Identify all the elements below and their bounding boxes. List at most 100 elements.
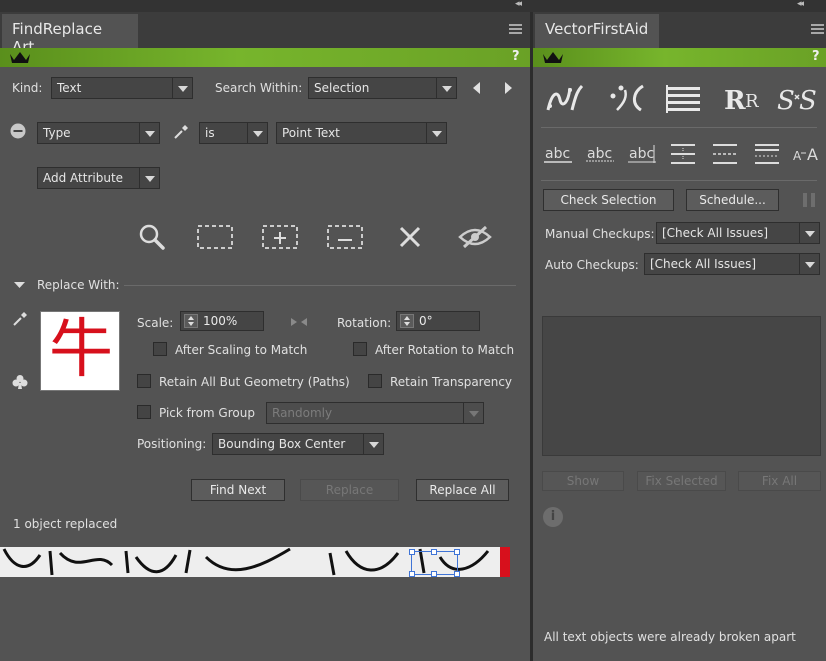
selection-handle[interactable] [454, 571, 460, 577]
find-next-button[interactable]: Find Next [191, 479, 285, 501]
add-attribute-label: Add Attribute [43, 171, 124, 185]
auto-checkups-label: Auto Checkups: [545, 258, 639, 272]
after-rotation-checkbox[interactable] [353, 342, 367, 356]
add-to-selection-icon[interactable] [262, 225, 298, 249]
after-scaling-checkbox[interactable] [153, 342, 167, 356]
svg-text:A: A [807, 145, 818, 164]
scale-label: Scale: [137, 316, 174, 330]
replacement-art-preview[interactable]: 牛 [40, 311, 120, 391]
hide-eye-icon[interactable] [458, 224, 492, 250]
info-icon[interactable]: i [543, 507, 563, 527]
collapse-triangle-icon[interactable] [14, 281, 25, 289]
selection-handle[interactable] [409, 549, 415, 555]
selection-bounding-box[interactable] [409, 549, 460, 577]
svg-text:abc: abc [545, 146, 570, 162]
pick-from-group-checkbox[interactable] [137, 405, 151, 419]
replace-all-button[interactable]: Replace All [416, 479, 509, 501]
remove-criterion-icon[interactable] [10, 123, 26, 139]
pause-icon[interactable] [802, 192, 816, 208]
findreplace-panel: FindReplace Art ? Kind: Text Search With… [0, 12, 530, 661]
previous-arrow-icon[interactable] [472, 82, 482, 94]
vfa-status-text: All text objects were already broken apa… [544, 630, 796, 644]
manual-checkups-dropdown[interactable]: [Check All Issues] [656, 222, 820, 244]
criteria-value-dropdown[interactable]: Point Text [276, 122, 447, 144]
attribute-dropdown[interactable]: Type [37, 122, 160, 144]
select-new-icon[interactable] [197, 225, 233, 249]
search-within-dropdown[interactable]: Selection [308, 77, 457, 99]
crown-icon [541, 50, 565, 65]
eyedropper-icon[interactable] [173, 124, 189, 140]
kind-dropdown[interactable]: Text [51, 77, 193, 99]
operator-dropdown[interactable]: is [199, 122, 268, 144]
add-attribute-dropdown[interactable]: Add Attribute [37, 167, 160, 189]
attribute-value: Type [43, 126, 71, 140]
retain-transparency-checkbox[interactable] [368, 374, 382, 388]
selection-handle[interactable] [409, 571, 415, 577]
schedule-button[interactable]: Schedule... [686, 189, 779, 211]
check-selection-button[interactable]: Check Selection [543, 189, 674, 211]
replace-button[interactable]: Replace [300, 479, 399, 501]
next-arrow-icon[interactable] [503, 82, 513, 94]
rotation-stepper-icon[interactable] [400, 314, 414, 328]
svg-text:S: S [799, 86, 817, 115]
text-underline-icon[interactable]: abc [544, 143, 572, 165]
retain-geometry-checkbox[interactable] [137, 374, 151, 388]
path-fix-icon[interactable] [544, 82, 584, 114]
tab-findreplace-art[interactable]: FindReplace Art [2, 14, 138, 56]
panel-tabbar: FindReplace Art [0, 12, 530, 56]
scale-input[interactable]: 100% [180, 311, 264, 331]
text-lines-icon[interactable] [666, 85, 702, 113]
selection-handle[interactable] [454, 549, 460, 555]
font-style-icon[interactable]: SS [777, 83, 821, 115]
search-within-value: Selection [314, 81, 370, 95]
panel-tabbar: VectorFirstAid [533, 12, 826, 48]
rotation-input[interactable]: 0° [396, 311, 480, 331]
leading-icon[interactable] [669, 142, 697, 166]
svg-text:abc: abc [587, 146, 612, 162]
fix-selected-button[interactable]: Fix Selected [637, 471, 726, 491]
font-replace-icon[interactable]: RR [723, 83, 763, 115]
collapse-right-icon[interactable]: ◂◂ [797, 0, 804, 9]
rotation-label: Rotation: [337, 316, 392, 330]
subtract-from-selection-icon[interactable] [327, 225, 363, 249]
show-button[interactable]: Show [542, 471, 624, 491]
scale-stepper-icon[interactable] [184, 314, 198, 328]
vectorfirstaid-panel: VectorFirstAid ? RR SS abc abc abc A A C… [533, 12, 826, 661]
help-icon[interactable]: ? [512, 49, 520, 64]
text-overflow-icon[interactable]: abc [628, 143, 656, 165]
astute-header-bar: ? [533, 48, 826, 67]
text-size-icon[interactable]: AA [792, 143, 822, 165]
retain-geometry-label: Retain All But Geometry (Paths) [159, 375, 350, 389]
fix-all-button[interactable]: Fix All [738, 471, 821, 491]
tab-vectorfirstaid[interactable]: VectorFirstAid [535, 14, 659, 48]
panel-menu-icon[interactable] [811, 24, 824, 34]
paragraph-spacing-icon[interactable] [753, 142, 781, 166]
svg-text:S: S [777, 86, 795, 115]
positioning-dropdown[interactable]: Bounding Box Center [212, 433, 384, 455]
symbol-club-icon[interactable] [12, 374, 28, 390]
find-magnifier-icon[interactable] [138, 223, 166, 251]
artboard-area[interactable] [0, 547, 530, 661]
auto-checkups-value: [Check All Issues] [650, 257, 757, 271]
replace-with-label: Replace With: [37, 278, 120, 292]
issues-list-box[interactable] [542, 316, 821, 456]
help-icon[interactable]: ? [812, 49, 820, 64]
collapse-left-icon[interactable]: ◂◂ [515, 0, 522, 9]
link-arrows-icon[interactable] [290, 315, 308, 329]
svg-text:A: A [793, 149, 802, 163]
stray-points-icon[interactable] [607, 82, 647, 114]
selection-handle[interactable] [431, 549, 437, 555]
positioning-label: Positioning: [137, 437, 207, 451]
criteria-value: Point Text [282, 126, 340, 140]
replace-eyedropper-icon[interactable] [12, 311, 28, 327]
tool-row-divider [541, 127, 817, 128]
selection-handle[interactable] [431, 571, 437, 577]
search-within-label: Search Within: [215, 81, 303, 95]
svg-text:abc: abc [629, 146, 654, 162]
pick-from-group-dropdown[interactable]: Randomly [266, 402, 484, 424]
panel-menu-icon[interactable] [509, 24, 522, 34]
close-x-icon[interactable] [398, 225, 422, 249]
spacing-icon[interactable] [711, 142, 739, 166]
auto-checkups-dropdown[interactable]: [Check All Issues] [644, 253, 820, 275]
text-baseline-icon[interactable]: abc [586, 143, 614, 165]
